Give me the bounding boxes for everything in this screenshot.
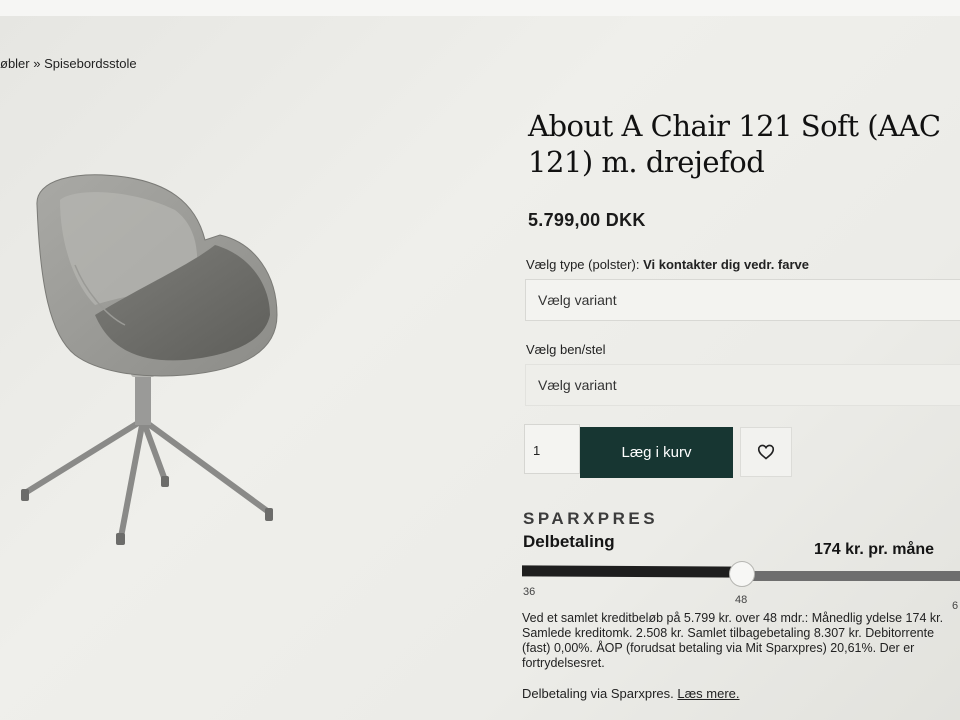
base-select[interactable]: Vælg variant	[525, 364, 960, 406]
breadcrumb[interactable]: øbler » Spisebordsstole	[0, 56, 137, 71]
sparxpres-footer-text: Delbetaling via Sparxpres.	[522, 686, 674, 701]
product-image-chair	[21, 174, 278, 545]
read-more-link[interactable]: Læs mere.	[677, 686, 739, 701]
base-label: Vælg ben/stel	[526, 342, 606, 357]
sparxpres-footer: Delbetaling via Sparxpres. Læs mere.	[522, 686, 740, 701]
type-label-text: Vælg type (polster):	[526, 257, 640, 272]
quantity-input[interactable]: 1	[524, 424, 580, 474]
browser-top-band	[0, 0, 960, 16]
heart-icon	[757, 444, 775, 460]
slider-handle[interactable]	[729, 561, 755, 587]
add-to-cart-label: Læg i kurv	[621, 444, 692, 461]
product-title: About A Chair 121 Soft (AAC 121) m. drej…	[528, 109, 941, 179]
add-to-cart-button[interactable]: Læg i kurv	[580, 427, 733, 478]
monthly-payment: 174 kr. pr. måne	[814, 541, 935, 558]
quantity-value: 1	[533, 443, 541, 458]
favorite-button[interactable]	[740, 427, 792, 477]
sparxpres-logo: SPARXPRES	[523, 509, 659, 528]
product-price: 5.799,00 DKK	[528, 210, 646, 230]
slider-track-filled[interactable]	[522, 565, 742, 578]
type-select-value: Vælg variant	[538, 292, 617, 308]
type-label-note: Vi kontakter dig vedr. farve	[643, 257, 810, 272]
type-select[interactable]: Vælg variant	[525, 279, 960, 321]
slider-min-label: 36	[523, 586, 536, 598]
slider-track-empty[interactable]	[742, 571, 960, 581]
type-label: Vælg type (polster): Vi kontakter dig ve…	[526, 257, 809, 272]
base-select-value: Vælg variant	[538, 377, 617, 393]
slider-value-label: 48	[735, 594, 748, 606]
installment-heading: Delbetaling	[523, 532, 615, 551]
credit-fine-print: Ved et samlet kreditbeløb på 5.799 kr. o…	[522, 611, 944, 670]
